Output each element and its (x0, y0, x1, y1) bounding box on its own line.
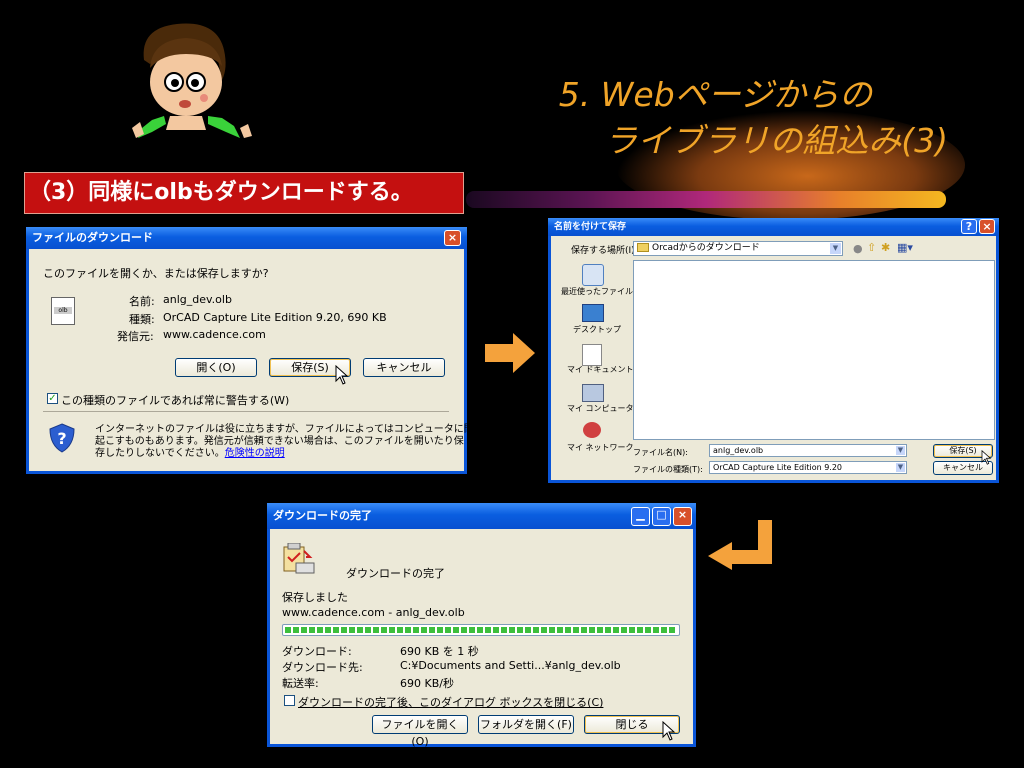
risk-link[interactable]: 危険性の説明 (225, 448, 285, 459)
slide-title: 5. Webページからの ライブラリの組込み(3) (548, 72, 948, 164)
file-download-question: このファイルを開くか、または保存しますか? (43, 267, 269, 280)
back-icon[interactable]: ● (853, 242, 863, 255)
from-label: 発信元: (117, 330, 154, 343)
desktop-icon[interactable] (582, 304, 604, 322)
svg-text:?: ? (57, 429, 66, 448)
folder-icon (637, 243, 649, 252)
view-menu-icon[interactable]: ▦▾ (897, 241, 913, 254)
file-list-pane[interactable] (633, 260, 995, 440)
save-as-titlebar: 名前を付けて保存 ? × (548, 218, 999, 236)
close-icon[interactable]: × (979, 219, 995, 234)
destination-label: ダウンロード先: (282, 661, 363, 674)
arrow-right-icon (485, 333, 535, 373)
my-documents-icon[interactable] (582, 344, 602, 366)
maximize-icon[interactable]: □ (652, 507, 671, 526)
divider (43, 411, 449, 412)
name-label: 名前: (129, 295, 155, 308)
filename-label: ファイル名(N): (633, 448, 688, 457)
source-label: www.cadence.com - anlg_dev.olb (282, 606, 465, 619)
location-select[interactable]: Orcadからのダウンロード ▼ (633, 241, 843, 256)
decorative-gradient-bar (466, 191, 946, 208)
place-my-computer[interactable]: マイ コンピュータ (567, 403, 634, 414)
up-folder-icon[interactable]: ⇧ (867, 241, 876, 254)
location-value: Orcadからのダウンロード (652, 243, 760, 253)
place-my-documents[interactable]: マイ ドキュメント (567, 364, 634, 375)
filetype-value: OrCAD Capture Lite Edition 9.20 (713, 463, 843, 472)
mouse-cursor-icon (981, 450, 992, 465)
type-label: 種類: (129, 313, 155, 326)
destination-value: C:¥Documents and Setti...¥anlg_dev.olb (400, 659, 621, 672)
character-illustration (132, 23, 252, 138)
filename-value: anlg_dev.olb (713, 446, 764, 455)
slide-title-line2: ライブラリの組込み(3) (604, 121, 948, 160)
close-after-checkbox[interactable] (284, 695, 295, 706)
file-download-dialog: ファイルのダウンロード × このファイルを開くか、または保存しますか? olb … (26, 227, 494, 474)
download-complete-icon (283, 543, 315, 574)
my-network-icon[interactable] (583, 422, 601, 438)
download-value: 690 KB を 1 秒 (400, 645, 479, 658)
arrow-return-icon (708, 520, 772, 570)
file-download-title: ファイルのダウンロード (32, 231, 153, 244)
from-value: www.cadence.com (163, 328, 266, 341)
recent-files-icon[interactable] (582, 264, 604, 286)
download-label: ダウンロード: (282, 645, 352, 658)
place-my-network[interactable]: マイ ネットワーク (567, 442, 634, 453)
name-value: anlg_dev.olb (163, 293, 232, 306)
chevron-down-icon[interactable]: ▼ (896, 463, 905, 472)
cancel-button[interactable]: キャンセル (363, 358, 445, 377)
chevron-down-icon[interactable]: ▼ (896, 446, 905, 455)
save-as-dialog: 名前を付けて保存 ? × 保存する場所(I): Orcadからのダウンロード ▼… (548, 218, 999, 483)
places-bar: 最近使ったファイル デスクトップ マイ ドキュメント マイ コンピュータ マイ … (557, 260, 634, 460)
download-complete-title: ダウンロードの完了 (273, 509, 372, 522)
help-icon[interactable]: ? (961, 219, 977, 234)
always-ask-label[interactable]: この種類のファイルであれば常に警告する(W) (61, 392, 289, 408)
filename-input[interactable]: anlg_dev.olb ▼ (709, 444, 907, 457)
new-folder-icon[interactable]: ✱ (881, 241, 890, 254)
save-as-title: 名前を付けて保存 (554, 222, 627, 232)
chevron-down-icon[interactable]: ▼ (830, 243, 841, 254)
mouse-cursor-icon (335, 365, 349, 385)
warning-line3-wrap: 存したりしないでください。危険性の説明 (95, 444, 285, 459)
close-after-label[interactable]: ダウンロードの完了後、このダイアログ ボックスを閉じる(C) (298, 694, 603, 710)
always-ask-checkbox[interactable]: ✓ (47, 393, 58, 404)
warning-line3: 存したりしないでください。 (95, 448, 225, 459)
download-progress-fill (285, 627, 677, 633)
download-complete-heading: ダウンロードの完了 (346, 567, 445, 580)
step-caption: （3）同様にolbもダウンロードする。 (24, 172, 464, 214)
filetype-select[interactable]: OrCAD Capture Lite Edition 9.20 ▼ (709, 461, 907, 474)
mouse-cursor-icon (662, 721, 676, 741)
type-value: OrCAD Capture Lite Edition 9.20, 690 KB (163, 311, 387, 324)
saved-label: 保存しました (282, 591, 348, 604)
download-complete-dialog: ダウンロードの完了 ▁ □ × ダウンロードの完了 保存しました www.cad… (267, 503, 696, 748)
slide-title-line1: 5. Webページからの (558, 75, 872, 114)
minimize-icon[interactable]: ▁ (631, 507, 650, 526)
open-folder-button[interactable]: フォルダを開く(F) (478, 715, 574, 734)
open-button[interactable]: 開く(O) (175, 358, 257, 377)
download-progress-bar (282, 624, 680, 636)
download-complete-titlebar: ダウンロードの完了 ▁ □ × (267, 503, 696, 529)
place-recent[interactable]: 最近使ったファイル (561, 286, 633, 297)
filetype-label: ファイルの種類(T): (633, 465, 703, 474)
file-icon: olb (51, 297, 75, 325)
file-icon-label: olb (54, 307, 72, 314)
open-file-button[interactable]: ファイルを開く(O) (372, 715, 468, 748)
location-label: 保存する場所(I): (571, 246, 638, 256)
place-desktop[interactable]: デスクトップ (573, 324, 621, 335)
rate-value: 690 KB/秒 (400, 677, 454, 690)
close-icon[interactable]: × (444, 230, 461, 246)
my-computer-icon[interactable] (582, 384, 604, 402)
shield-question-icon: ? (49, 423, 75, 453)
rate-label: 転送率: (282, 677, 319, 690)
close-icon[interactable]: × (673, 507, 692, 526)
file-download-titlebar: ファイルのダウンロード × (26, 227, 467, 249)
